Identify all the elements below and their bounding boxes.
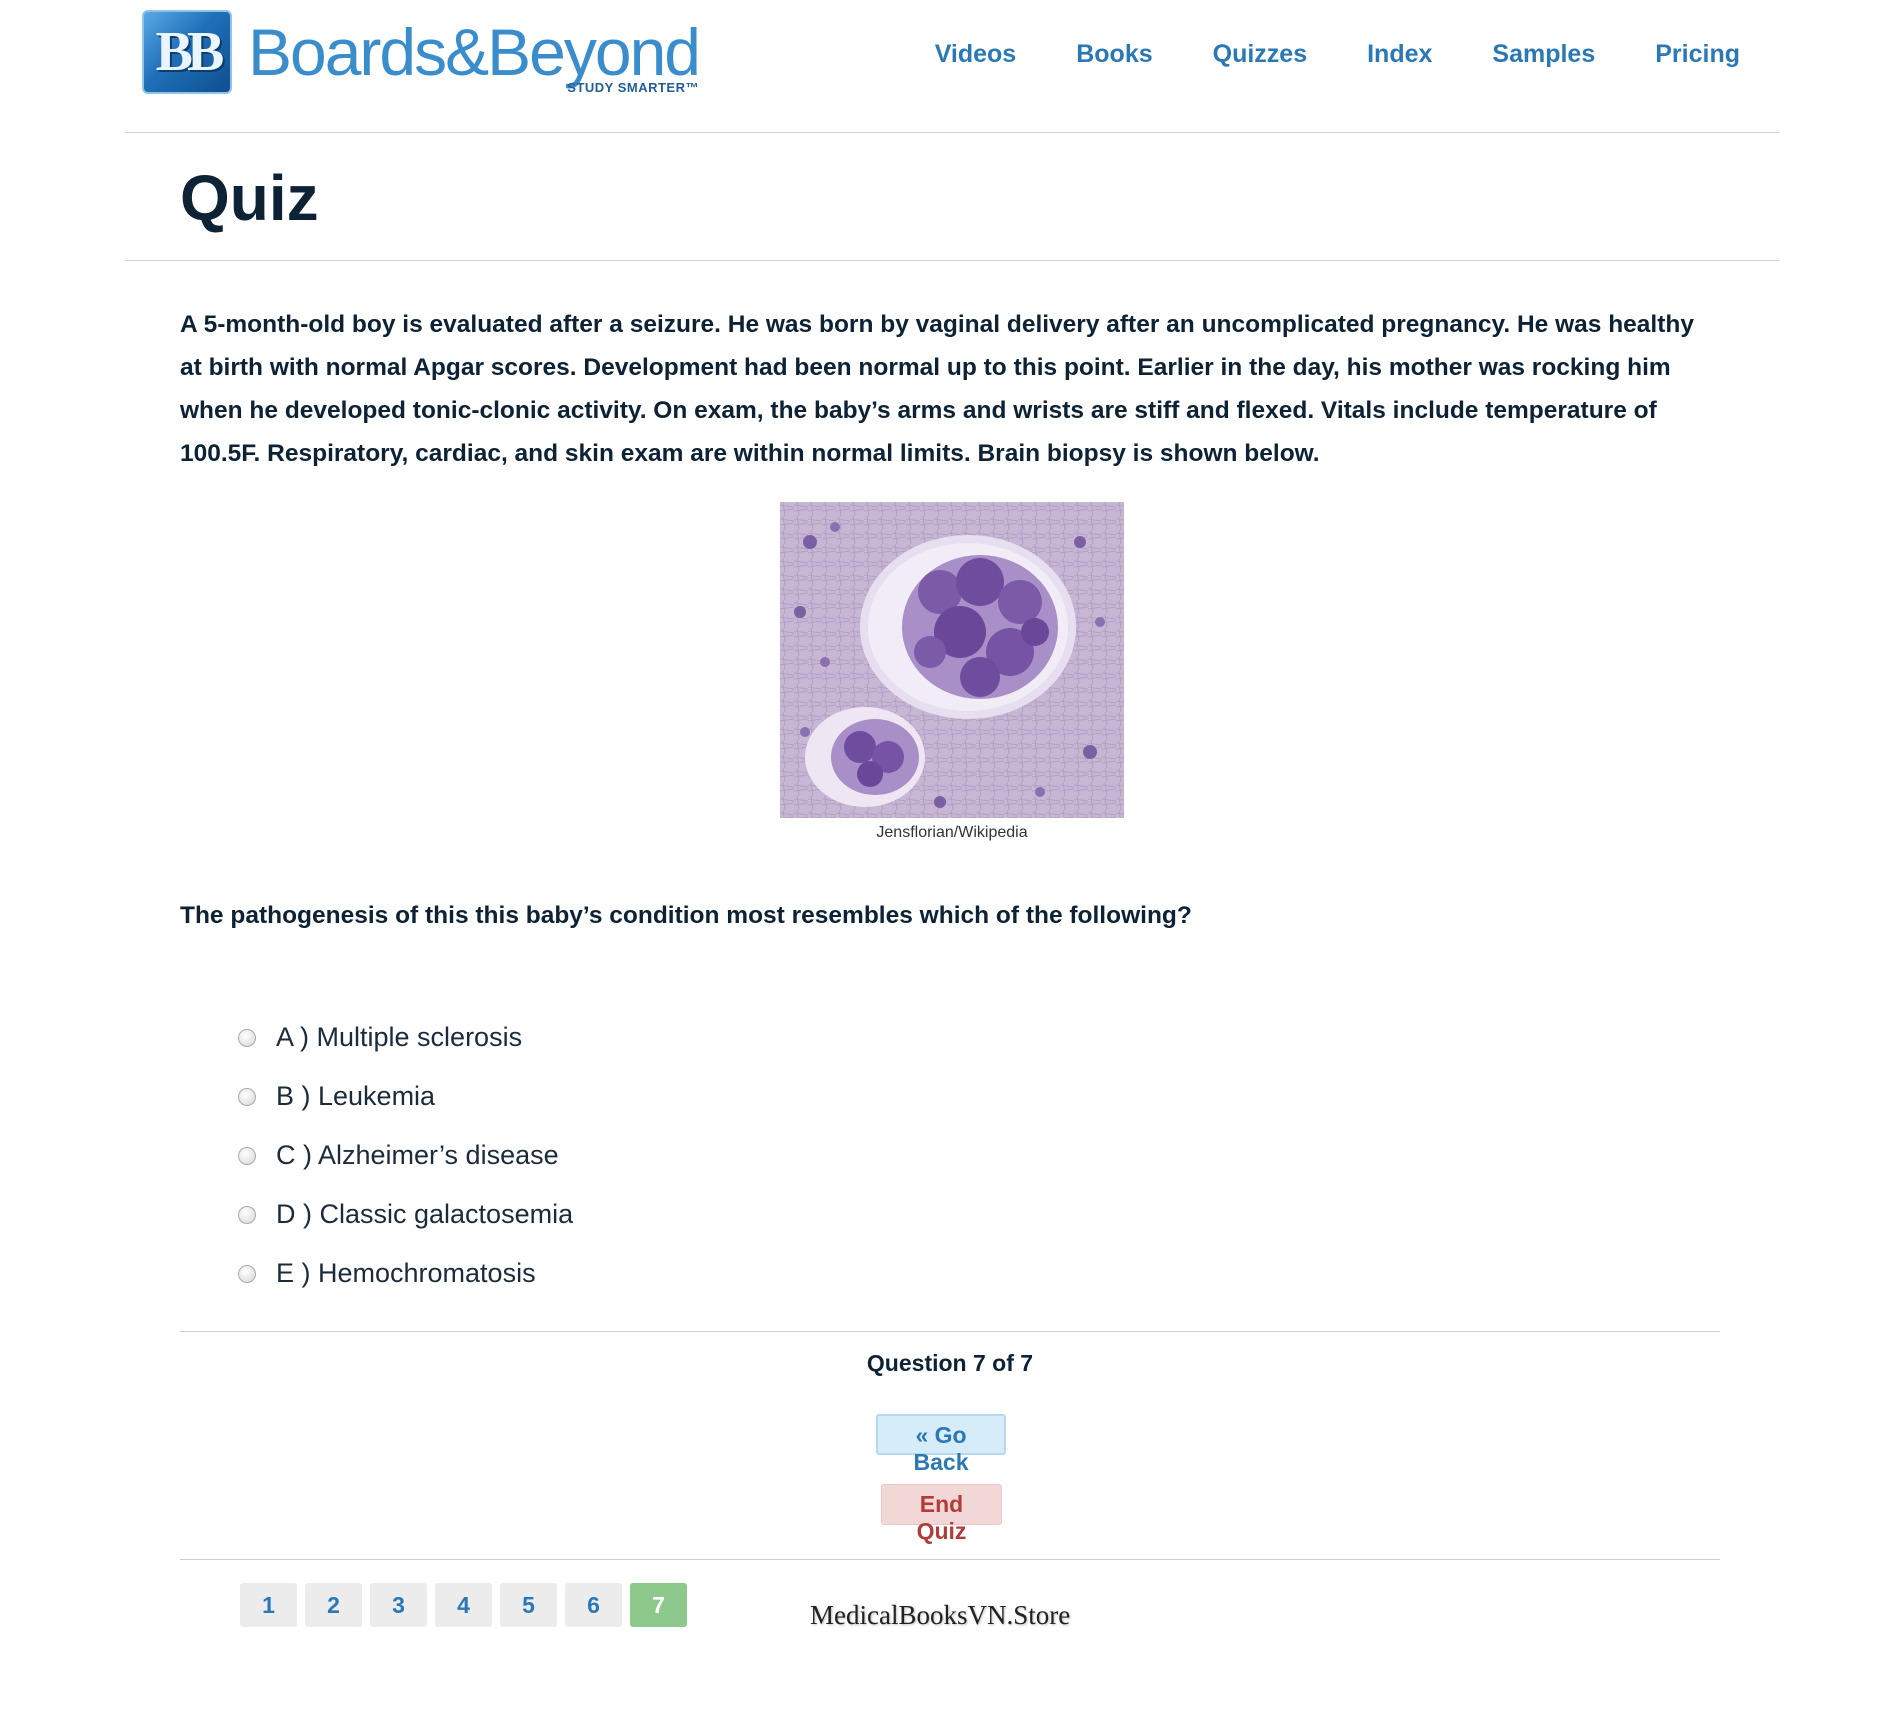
- option-d-label: D ) Classic galactosemia: [276, 1199, 574, 1229]
- option-e-label: E ) Hemochromatosis: [276, 1258, 536, 1288]
- nav-videos[interactable]: Videos: [935, 40, 1017, 69]
- biopsy-image: [780, 502, 1124, 818]
- logo-text: Boards&Beyond STUDY SMARTER™: [248, 10, 701, 95]
- option-e[interactable]: E ) Hemochromatosis: [238, 1244, 573, 1303]
- histology-illustration: [780, 502, 1124, 818]
- page-button-1[interactable]: 1: [240, 1583, 297, 1627]
- option-b-label: B ) Leukemia: [276, 1081, 436, 1111]
- option-a[interactable]: A ) Multiple sclerosis: [238, 1008, 573, 1067]
- option-c[interactable]: C ) Alzheimer’s disease: [238, 1126, 573, 1185]
- go-back-button[interactable]: « Go Back: [876, 1414, 1006, 1475]
- main-nav: Videos Books Quizzes Index Samples Prici…: [875, 40, 1740, 69]
- brand-logo[interactable]: BB Boards&Beyond STUDY SMARTER™: [142, 10, 701, 95]
- divider-top: [180, 1331, 1720, 1332]
- option-d-radio[interactable]: [238, 1205, 256, 1224]
- option-d[interactable]: D ) Classic galactosemia: [238, 1185, 573, 1244]
- page-button-7[interactable]: 7: [630, 1583, 687, 1627]
- answer-options: A ) Multiple sclerosis B ) Leukemia C ) …: [238, 1008, 573, 1303]
- page-button-5[interactable]: 5: [500, 1583, 557, 1627]
- question-prompt: The pathogenesis of this this baby’s con…: [180, 902, 1192, 929]
- nav-index[interactable]: Index: [1367, 40, 1432, 69]
- option-b[interactable]: B ) Leukemia: [238, 1067, 573, 1126]
- question-pager: 1 2 3 4 5 6 7: [240, 1583, 695, 1627]
- option-e-radio[interactable]: [238, 1264, 256, 1283]
- logo-mark: BB: [142, 10, 232, 94]
- biopsy-figure: Jensflorian/Wikipedia: [780, 502, 1124, 842]
- question-progress: Question 7 of 7: [866, 1350, 1034, 1376]
- option-c-radio[interactable]: [238, 1146, 256, 1165]
- divider-bottom: [180, 1559, 1720, 1560]
- option-b-radio[interactable]: [238, 1087, 256, 1106]
- page-button-6[interactable]: 6: [565, 1583, 622, 1627]
- page-title: Quiz: [180, 162, 319, 234]
- question-stem: A 5-month-old boy is evaluated after a s…: [180, 311, 1694, 467]
- watermark: MedicalBooksVN.Store: [810, 1600, 1071, 1630]
- nav-quizzes[interactable]: Quizzes: [1213, 40, 1307, 69]
- title-section: Quiz: [125, 133, 1780, 261]
- option-c-label: C ) Alzheimer’s disease: [276, 1140, 559, 1170]
- nav-pricing[interactable]: Pricing: [1655, 40, 1740, 69]
- page-button-3[interactable]: 3: [370, 1583, 427, 1627]
- nav-books[interactable]: Books: [1076, 40, 1152, 69]
- end-quiz-button[interactable]: End Quiz: [881, 1484, 1002, 1544]
- nav-samples[interactable]: Samples: [1492, 40, 1595, 69]
- option-a-label: A ) Multiple sclerosis: [276, 1022, 523, 1052]
- brand-tagline: STUDY SMARTER™: [567, 80, 699, 95]
- image-credit: Jensflorian/Wikipedia: [876, 824, 1028, 841]
- page-button-2[interactable]: 2: [305, 1583, 362, 1627]
- page-button-4[interactable]: 4: [435, 1583, 492, 1627]
- option-a-radio[interactable]: [238, 1028, 256, 1047]
- site-header: BB Boards&Beyond STUDY SMARTER™ Videos B…: [125, 0, 1780, 133]
